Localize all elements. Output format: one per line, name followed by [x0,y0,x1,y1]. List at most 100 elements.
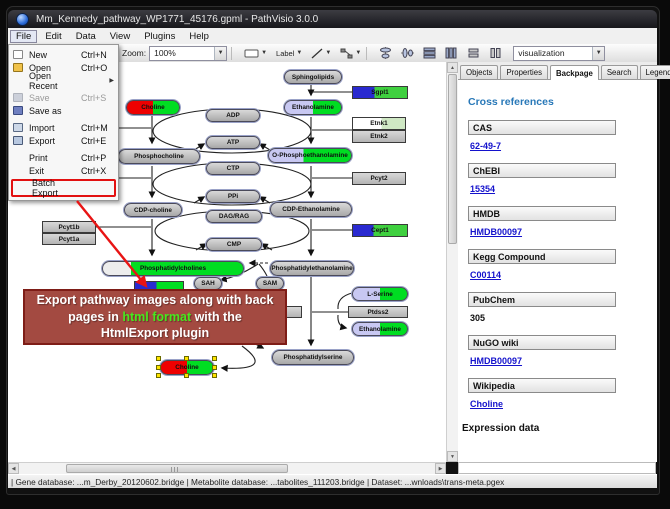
status-text: | Gene database: ...m_Derby_20120602.bri… [11,477,504,487]
menu-item-open-recent[interactable]: Open Recent▶ [10,74,117,87]
node-cmp[interactable]: CMP [206,238,262,251]
node-phosphatidylserine[interactable]: Phosphatidylserine [272,350,354,365]
selection-handle[interactable] [212,373,217,378]
chevron-down-icon[interactable]: ▼ [355,50,361,56]
sidebar-bottom-field [458,462,656,474]
ref-value-kegg-compound[interactable]: C00114 [470,270,657,280]
scroll-left-icon[interactable]: ◀ [8,463,19,474]
canvas-vertical-scrollbar[interactable]: ▲ ▼ [446,62,458,462]
scroll-right-icon[interactable]: ▶ [435,463,446,474]
node-atp[interactable]: ATP [206,136,260,149]
chevron-down-icon[interactable]: ▼ [325,50,331,56]
selection-handle[interactable] [212,356,217,361]
align-center-button[interactable] [378,46,393,61]
node-adp[interactable]: ADP [206,109,260,122]
datanode-tool-button[interactable]: ▼ [243,46,268,61]
reference-block-kegg-compound: Kegg CompoundC00114 [468,249,657,280]
node-pcyt1a[interactable]: Pcyt1a [42,233,96,245]
node-phosphatidylcholines[interactable]: Phosphatidylcholines [102,261,244,276]
reference-block-wikipedia: WikipediaCholine [468,378,657,409]
file-menu-dropdown: NewCtrl+NOpenCtrl+OOpen Recent▶SaveCtrl+… [8,44,119,201]
menu-item-shortcut: Ctrl+M [81,123,114,133]
node-o-phosphoethanolamine[interactable]: O-Phosphoethanolamine [268,148,352,163]
none-icon [13,166,23,175]
tab-legend[interactable]: Legend [640,65,670,79]
line-tool-button[interactable]: ▼ [310,46,332,61]
menu-item-save[interactable]: SaveCtrl+S [10,91,117,104]
distribute-rows-button[interactable] [422,46,437,61]
distribute-columns-button[interactable] [444,46,459,61]
selection-handle[interactable] [212,365,217,370]
node-l-serine[interactable]: L-Serine [352,287,408,301]
annotation-line2-post: with the [191,310,242,324]
menubar-item-data[interactable]: Data [70,30,102,43]
none-icon [16,184,26,193]
scroll-up-icon[interactable]: ▲ [447,62,458,73]
menu-item-export[interactable]: ExportCtrl+E [10,134,117,147]
horizontal-scroll-thumb[interactable] [66,464,288,473]
visualization-combobox[interactable]: visualization ▼ [513,46,605,61]
node-ppi[interactable]: PPi [206,190,260,203]
selection-handle[interactable] [184,373,189,378]
menubar-item-plugins[interactable]: Plugins [138,30,181,43]
menubar-item-file[interactable]: File [10,30,37,43]
menubar-item-help[interactable]: Help [183,30,215,43]
align-middle-button[interactable] [400,46,415,61]
chevron-down-icon[interactable]: ▼ [296,50,302,56]
selection-handle[interactable] [184,356,189,361]
node-etnk1[interactable]: Etnk1 [352,117,406,130]
vertical-scroll-thumb[interactable] [448,74,457,244]
tab-objects[interactable]: Objects [460,65,498,79]
node-sgpl1[interactable]: Sgpl1 [352,86,408,99]
node-phosphatidylethanolamine[interactable]: Phosphatidylethanolamine [270,261,354,276]
menubar-item-view[interactable]: View [104,30,136,43]
ref-value-cas[interactable]: 62-49-7 [470,141,657,151]
menu-item-label: Batch Export [32,178,78,198]
annotation-line3: HtmlExport plugin [101,326,209,340]
title-bar[interactable]: Mm_Kennedy_pathway_WP1771_45176.gpml - P… [8,10,657,28]
node-etnk2[interactable]: Etnk2 [352,130,406,143]
common-height-button[interactable] [488,46,503,61]
ref-value-nugo-wiki[interactable]: HMDB00097 [470,356,657,366]
menu-item-print[interactable]: PrintCtrl+P [10,151,117,164]
menu-item-batch-export[interactable]: Batch Export [11,179,116,197]
node-ethanolamine[interactable]: Ethanolamine [352,322,408,336]
ref-value-chebi[interactable]: 15354 [470,184,657,194]
tab-backpage[interactable]: Backpage [550,65,599,80]
menubar-item-edit[interactable]: Edit [39,30,67,43]
selection-handle[interactable] [156,356,161,361]
node-ctp[interactable]: CTP [206,162,260,175]
menu-item-import[interactable]: ImportCtrl+M [10,121,117,134]
menu-item-new[interactable]: NewCtrl+N [10,48,117,61]
node-pcyt2[interactable]: Pcyt2 [352,172,406,185]
label-tool-button[interactable]: Label ▼ [275,46,303,61]
common-width-button[interactable] [466,46,481,61]
menu-item-save-as[interactable]: Save as [10,104,117,117]
node-pcyt1b[interactable]: Pcyt1b [42,221,96,233]
node-ethanolamine[interactable]: Ethanolamine [284,100,342,115]
node-cept1[interactable]: Cept1 [352,224,408,237]
chevron-down-icon[interactable]: ▼ [592,47,604,60]
node-sphingolipids[interactable]: Sphingolipids [284,70,342,84]
tab-properties[interactable]: Properties [500,65,548,79]
node-ptdss2[interactable]: Ptdss2 [348,306,408,318]
import-icon [13,123,23,132]
node-phosphocholine[interactable]: Phosphocholine [118,149,200,164]
cross-references-heading: Cross references [468,96,657,108]
node-cdp-ethanolamine[interactable]: CDP-Ethanolamine [270,202,352,217]
zoom-combobox[interactable]: 100% ▼ [149,46,227,61]
node-cdp-choline[interactable]: CDP-choline [124,203,182,217]
menu-item-exit[interactable]: ExitCtrl+X [10,164,117,177]
chevron-down-icon[interactable]: ▼ [214,47,226,60]
node-choline[interactable]: Choline [126,100,180,115]
chevron-down-icon[interactable]: ▼ [261,50,267,56]
selection-handle[interactable] [156,365,161,370]
tab-search[interactable]: Search [601,65,638,79]
scroll-down-icon[interactable]: ▼ [447,451,458,462]
node-dag-rag[interactable]: DAG/RAG [206,210,262,223]
menu-item-shortcut: Ctrl+E [81,136,114,146]
ref-value-hmdb[interactable]: HMDB00097 [470,227,657,237]
selection-handle[interactable] [156,373,161,378]
ref-value-wikipedia[interactable]: Choline [470,399,657,409]
shape-tool-button[interactable]: ▼ [339,46,362,61]
